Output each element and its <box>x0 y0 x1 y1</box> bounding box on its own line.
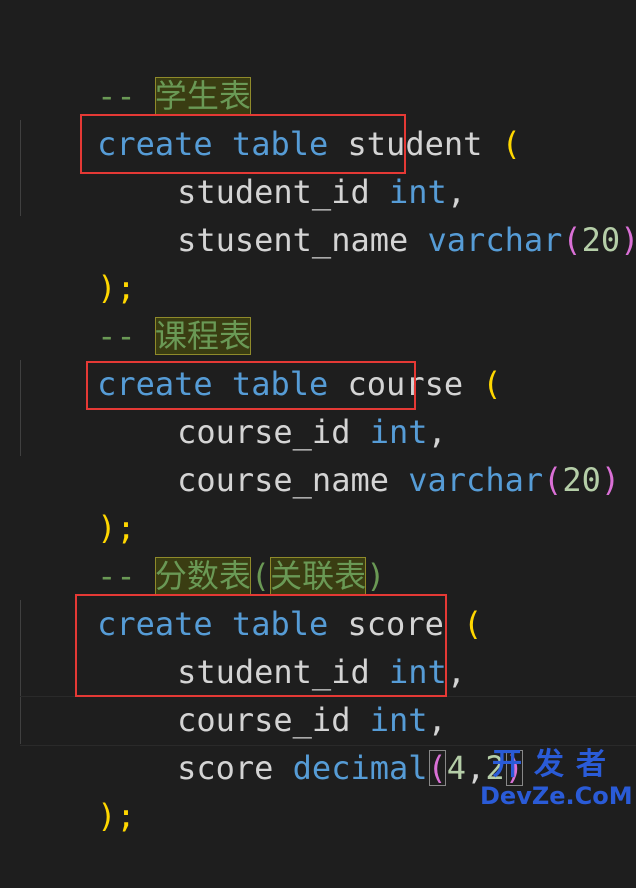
type-length: 20 <box>581 221 621 259</box>
statement-end: ); <box>97 797 136 835</box>
open-paren: ( <box>427 749 447 787</box>
code-line: -- 学生表 <box>20 24 251 115</box>
open-paren: ( <box>482 365 502 403</box>
close-paren: ) <box>600 461 621 499</box>
watermark-cn: 开发者 <box>492 747 618 782</box>
watermark-en: DevZe.CoM <box>480 782 633 810</box>
open-paren: ( <box>562 221 582 259</box>
code-line: -- 分数表(关联表) <box>20 504 385 595</box>
code-line: score decimal(4,2) <box>100 696 524 787</box>
code-line: -- 课程表 <box>20 264 251 355</box>
watermark-logo: 开发者 DevZe.CoM <box>480 747 633 811</box>
highlight-box <box>80 114 406 174</box>
column-type: varchar <box>427 221 563 259</box>
code-line: stusent_name varchar(20) <box>100 168 636 259</box>
highlight-box <box>86 361 416 410</box>
comma: , <box>446 653 467 691</box>
open-paren: ( <box>543 461 563 499</box>
open-paren: ( <box>501 125 521 163</box>
code-line: ); <box>20 216 136 307</box>
column-type: varchar <box>408 461 544 499</box>
code-line: create table student ( <box>20 72 521 163</box>
type-length: 20 <box>562 461 601 499</box>
decimal-precision: 4 <box>446 749 467 787</box>
code-line: ); <box>20 456 136 547</box>
code-line: course_name varchar(20) <box>100 408 620 499</box>
code-line: ); <box>20 744 136 835</box>
highlight-box <box>75 594 447 697</box>
column-name: stusent_name <box>177 221 409 259</box>
code-editor[interactable]: -- 学生表 create table student ( student_id… <box>0 0 636 835</box>
column-name: score <box>177 749 274 787</box>
close-paren: ) <box>620 221 636 259</box>
code-line: create table course ( <box>20 312 502 403</box>
column-type: decimal <box>292 749 428 787</box>
column-name: course_name <box>177 461 389 499</box>
code-line: create table score ( <box>20 552 482 643</box>
